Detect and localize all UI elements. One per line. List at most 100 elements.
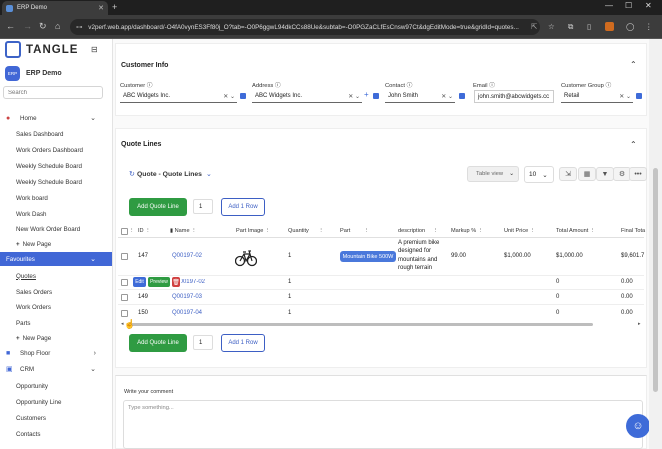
sidebar-add-page-2[interactable]: + New Page (0, 331, 112, 345)
view-select[interactable]: Table view ⌄ (467, 166, 519, 182)
sidebar-item-sales-dashboard[interactable]: Sales Dashboard (0, 127, 112, 141)
select-all-checkbox[interactable] (121, 228, 128, 235)
bookmark-star-icon[interactable]: ☆ (548, 22, 555, 31)
col-header-total-amount[interactable]: Total Amount ⋮ (556, 228, 596, 234)
refresh-icon[interactable]: ↻ (129, 170, 135, 178)
sidepanel-icon[interactable]: ▯ (587, 22, 591, 31)
collapse-chevron-up-icon[interactable]: ⌃ (630, 140, 637, 149)
row-name-link[interactable]: Q00197-02 (172, 253, 202, 259)
site-info-icon[interactable]: ⊶ (76, 24, 82, 31)
reload-icon[interactable]: ↻ (39, 21, 47, 32)
page-size-select[interactable]: 10 ⌄ (524, 166, 554, 183)
grid-title[interactable]: Quote - Quote Lines (137, 171, 202, 178)
customer-checkbox[interactable] (240, 93, 246, 99)
comment-input[interactable]: Type something... (123, 400, 643, 449)
export-icon[interactable]: ⇲ (559, 167, 577, 181)
customer-group-select[interactable]: Retail ✕ ⌄ (561, 90, 633, 103)
row-name-link[interactable]: Q00197-03 (172, 294, 202, 300)
sidebar-item-opportunity-line[interactable]: Opportunity Line (0, 395, 112, 409)
row-edit-button[interactable]: Edit (133, 277, 146, 287)
sidebar-item-opportunity[interactable]: Opportunity (0, 379, 112, 393)
sidebar-item-contacts[interactable]: Contacts (0, 427, 112, 441)
share-icon[interactable]: ⇱ (531, 22, 537, 31)
col-header-final-total[interactable]: Final Tota (621, 228, 645, 234)
row-preview-button[interactable]: Preview (148, 277, 170, 287)
row-name-link[interactable]: Q00197-04 (172, 310, 202, 316)
col-header-part-image[interactable]: Part Image ⋮ (236, 228, 271, 234)
row-checkbox[interactable] (121, 253, 128, 260)
sidebar-item-crm[interactable]: ▣ CRM ⌄ (0, 362, 112, 376)
sidebar-item-customers[interactable]: Customers (0, 411, 112, 425)
sidebar-item-quotes[interactable]: Quotes (0, 269, 112, 283)
contact-checkbox[interactable] (459, 93, 465, 99)
close-window-icon[interactable]: ✕ (645, 1, 652, 10)
sidebar-item-parts[interactable]: Parts (0, 316, 112, 330)
add-row-button-bottom[interactable]: Add 1 Row (221, 334, 265, 352)
horizontal-scrollbar[interactable] (128, 323, 593, 326)
row-checkbox[interactable] (121, 294, 128, 301)
columns-icon[interactable]: ▦ (578, 167, 596, 181)
sidebar-add-page[interactable]: + New Page (0, 237, 112, 251)
row-count-input-bottom[interactable]: 1 (193, 335, 213, 350)
profile-icon[interactable]: ◯ (626, 22, 634, 31)
sidebar-item-shop-floor[interactable]: ■ Shop Floor › (0, 346, 112, 360)
row-delete-icon[interactable]: 🗑 (172, 277, 180, 287)
close-tab-icon[interactable]: ✕ (98, 4, 104, 12)
contact-select[interactable]: John Smith ✕ ⌄ (385, 90, 455, 103)
scroll-right-icon[interactable]: ▸ (638, 321, 641, 327)
org-name[interactable]: ERP Demo (26, 70, 62, 77)
row-count-input[interactable]: 1 (193, 199, 213, 214)
back-icon[interactable]: ← (6, 21, 15, 31)
filter-icon[interactable]: ▼ (596, 167, 614, 181)
sidebar-item-weekly-schedule-board-2[interactable]: Weekly Schedule Board (0, 175, 112, 189)
menu-dots-icon[interactable]: ⋮ (645, 22, 653, 31)
add-address-icon[interactable]: + (364, 90, 369, 99)
grid-title-chevron-icon[interactable]: ⌄ (206, 170, 212, 178)
more-options-icon[interactable]: ••• (629, 167, 647, 181)
sidebar-item-work-orders[interactable]: Work Orders (0, 300, 112, 314)
add-row-button[interactable]: Add 1 Row (221, 198, 265, 216)
col-header-id[interactable]: ID ⋮ (138, 228, 151, 234)
collapse-chevron-up-icon[interactable]: ⌃ (630, 60, 637, 69)
sidebar-item-work-orders-dashboard[interactable]: Work Orders Dashboard (0, 143, 112, 157)
new-tab-icon[interactable]: + (112, 2, 117, 12)
browser-tab[interactable]: ERP Demo ✕ (2, 1, 108, 15)
extensions-icon[interactable]: ⧉ (568, 22, 573, 32)
col-header-unit-price[interactable]: Unit Price ⋮ (504, 228, 535, 234)
sidebar-item-favourites[interactable]: Favourites ⌄ (0, 252, 112, 266)
add-quote-line-button-bottom[interactable]: Add Quote Line (129, 334, 187, 352)
col-header-markup[interactable]: Markup % ⋮ (451, 228, 483, 234)
maximize-icon[interactable]: ☐ (625, 1, 632, 10)
email-field[interactable]: john.smith@abcwidgets.cc (474, 90, 554, 103)
clear-and-dropdown-icon[interactable]: ✕ ⌄ (619, 93, 633, 100)
row-checkbox[interactable] (121, 310, 128, 317)
sidebar-item-weekly-schedule-board[interactable]: Weekly Schedule Board (0, 159, 112, 173)
forward-icon[interactable]: → (23, 21, 32, 31)
col-menu-icon[interactable]: ⋮ (129, 228, 135, 234)
home-icon[interactable]: ⌂ (55, 21, 60, 31)
sidebar-item-work-board[interactable]: Work board (0, 191, 112, 205)
address-select[interactable]: ABC Widgets Inc. ✕ ⌄ (252, 90, 362, 103)
sidebar-item-sales-orders[interactable]: Sales Orders (0, 285, 112, 299)
col-header-quantity[interactable]: Quantity ⋮ (288, 228, 324, 234)
add-quote-line-button[interactable]: Add Quote Line (129, 198, 187, 216)
address-checkbox[interactable] (373, 93, 379, 99)
col-header-description[interactable]: description ⋮ (398, 228, 438, 234)
minimize-icon[interactable]: — (605, 1, 613, 10)
clear-and-dropdown-icon[interactable]: ✕ ⌄ (223, 93, 237, 100)
part-image-bike[interactable] (234, 246, 258, 268)
sidebar-item-home[interactable]: ● Home ⌄ (0, 111, 112, 125)
col-header-part[interactable]: Part ⋮ (340, 228, 369, 234)
customer-group-checkbox[interactable] (636, 93, 642, 99)
part-chip[interactable]: Mountain Bike 500W (340, 251, 396, 262)
sidebar-search-input[interactable] (3, 86, 103, 99)
clear-and-dropdown-icon[interactable]: ✕ ⌄ (441, 93, 455, 100)
row-name-link[interactable]: Q00197-02 (181, 279, 205, 285)
vertical-scrollbar-thumb[interactable] (653, 168, 658, 392)
clear-and-dropdown-icon[interactable]: ✕ ⌄ (348, 93, 362, 100)
chatbot-icon[interactable]: ☺ (626, 414, 650, 438)
sidebar-item-new-work-order-board[interactable]: New Work Order Board (0, 222, 112, 236)
col-header-name[interactable]: ▮ Name ⋮ (170, 228, 197, 234)
row-checkbox[interactable] (121, 279, 128, 286)
brave-shield-icon[interactable] (605, 22, 614, 31)
